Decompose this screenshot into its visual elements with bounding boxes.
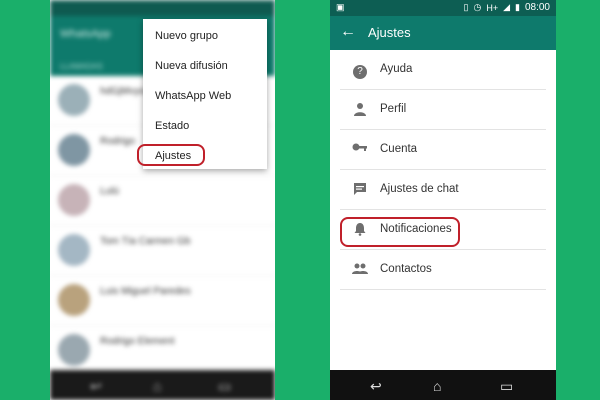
signal-icon: ◢ xyxy=(503,2,511,12)
chat-name: Luis Miguel Paredes xyxy=(100,286,191,297)
right-phone-screen: ▣ ▯ ◷ H+ ◢ ▮ 08:00 ← Ajustes ? Ayuda Per… xyxy=(330,0,556,400)
tabs-label[interactable]: LLAMADAS xyxy=(60,62,103,71)
chat-icon xyxy=(352,182,368,198)
right-status-bar: ▣ ▯ ◷ H+ ◢ ▮ 08:00 xyxy=(330,0,556,16)
setting-label: Ayuda xyxy=(380,63,413,75)
avatar xyxy=(58,234,90,266)
chat-row[interactable]: Lulú xyxy=(50,176,275,226)
image-notification-icon: ▣ xyxy=(336,2,345,12)
recents-nav-icon[interactable]: ▭ xyxy=(218,378,231,395)
setting-label: Ajustes de chat xyxy=(380,183,459,195)
back-nav-icon[interactable]: ↩ xyxy=(370,378,382,395)
left-status-bar xyxy=(50,0,275,16)
person-icon xyxy=(352,102,368,118)
divider xyxy=(340,289,546,290)
home-nav-icon[interactable]: ⌂ xyxy=(433,378,441,394)
avatar xyxy=(58,134,90,166)
settings-list: ? Ayuda Perfil Cuenta Ajustes de chat No… xyxy=(330,50,556,290)
setting-label: Cuenta xyxy=(380,143,418,155)
chat-row[interactable]: Tom Tía Carmen Gb xyxy=(50,226,275,276)
setting-label: Perfil xyxy=(380,103,407,115)
left-phone-screen: WhatsApp LLAMADAS hdGjMvyoJ Rodrigo Lulú… xyxy=(50,0,275,400)
battery-icon: ▮ xyxy=(515,2,520,12)
avatar xyxy=(58,334,90,366)
menu-item-nuevo-grupo[interactable]: Nuevo grupo xyxy=(155,26,218,46)
back-arrow-icon[interactable]: ← xyxy=(340,23,356,41)
status-time: 08:00 xyxy=(524,2,550,13)
setting-item-ayuda[interactable]: ? Ayuda xyxy=(330,50,556,90)
avatar xyxy=(58,84,90,116)
network-type: H+ xyxy=(486,2,499,13)
alarm-icon: ◷ xyxy=(473,2,482,12)
page-title: Ajustes xyxy=(368,25,411,40)
right-nav-bar: ↩ ⌂ ▭ xyxy=(330,370,556,400)
chat-name: Tom Tía Carmen Gb xyxy=(100,236,191,247)
setting-item-perfil[interactable]: Perfil xyxy=(330,90,556,130)
ajustes-highlight xyxy=(137,144,205,166)
left-nav-bar: ↩ ⌂ ▭ xyxy=(50,370,275,400)
home-nav-icon[interactable]: ⌂ xyxy=(153,378,161,394)
app-title: WhatsApp xyxy=(60,28,111,40)
help-icon: ? xyxy=(352,62,368,79)
notificaciones-highlight xyxy=(340,217,460,247)
setting-label: Contactos xyxy=(380,263,432,275)
setting-item-cuenta[interactable]: Cuenta xyxy=(330,130,556,170)
key-icon xyxy=(352,142,368,158)
vibrate-icon: ▯ xyxy=(463,2,469,12)
avatar xyxy=(58,284,90,316)
chat-row[interactable]: Rodrigo Element xyxy=(50,326,275,376)
chat-name: Lulú xyxy=(100,186,119,197)
setting-item-ajustes-de-chat[interactable]: Ajustes de chat xyxy=(330,170,556,210)
back-nav-icon[interactable]: ↩ xyxy=(90,378,102,395)
chat-name: Rodrigo Element xyxy=(100,336,175,347)
menu-item-nueva-difusion[interactable]: Nueva difusión xyxy=(155,56,228,76)
menu-item-whatsapp-web[interactable]: WhatsApp Web xyxy=(155,86,231,106)
menu-item-estado[interactable]: Estado xyxy=(155,116,189,136)
recents-nav-icon[interactable]: ▭ xyxy=(500,378,513,395)
chat-name: Rodrigo xyxy=(100,136,136,147)
setting-item-contactos[interactable]: Contactos xyxy=(330,250,556,290)
avatar xyxy=(58,184,90,216)
settings-app-bar: ← Ajustes xyxy=(330,16,556,50)
chat-row[interactable]: Luis Miguel Paredes xyxy=(50,276,275,326)
contacts-icon xyxy=(352,262,368,278)
